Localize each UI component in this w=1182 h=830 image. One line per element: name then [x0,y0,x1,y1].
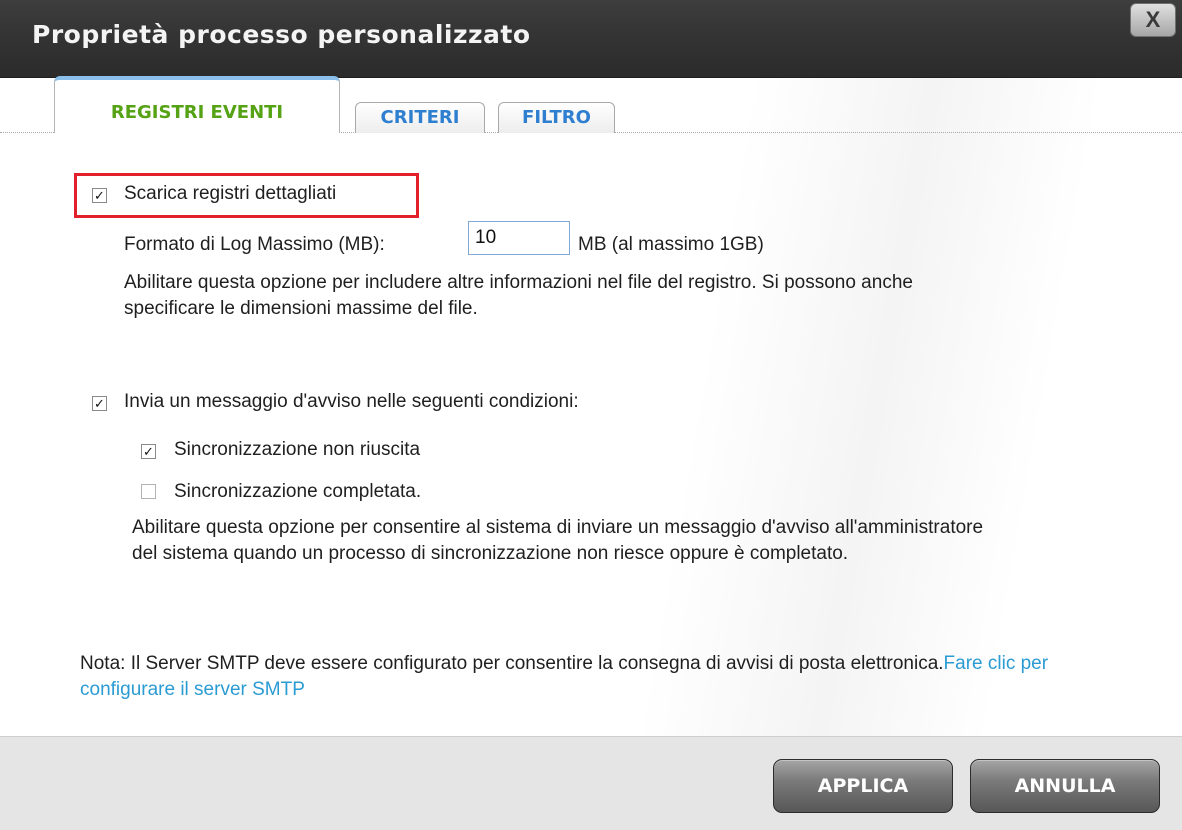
sync-failed-label: Sincronizzazione non riuscita [174,439,421,460]
smtp-note-text: Nota: Il Server SMTP deve essere configu… [80,653,944,674]
sync-completed-checkbox[interactable] [141,484,156,499]
smtp-note: Nota: Il Server SMTP deve essere configu… [80,651,1060,703]
cancel-button[interactable]: ANNULLA [970,759,1160,813]
max-log-size-unit: MB (al massimo 1GB) [578,234,764,255]
sync-completed-label: Sincronizzazione completata. [174,481,422,502]
close-icon[interactable]: X [1146,7,1161,32]
tab-registri-eventi[interactable]: REGISTRI EVENTI [54,76,340,133]
detailed-logs-description: Abilitare questa opzione per includere a… [124,272,913,319]
detailed-logs-checkbox[interactable]: ✓ [92,188,107,203]
max-log-size-input[interactable] [468,221,570,255]
dialog-titlebar: Proprietà processo personalizzato X [0,0,1182,78]
sync-failed-checkbox[interactable]: ✓ [141,444,156,459]
alert-description: Abilitare questa opzione per consentire … [132,517,984,564]
dialog-title: Proprietà processo personalizzato [32,20,531,49]
detailed-logs-label: Scarica registri dettagliati [124,183,337,204]
max-log-size-label: Formato di Log Massimo (MB): [124,234,385,255]
send-alert-label: Invia un messaggio d'avviso nelle seguen… [124,391,579,412]
tab-criteri[interactable]: CRITERI [355,102,485,133]
apply-button[interactable]: APPLICA [773,759,953,813]
dialog-footer: APPLICA ANNULLA [0,736,1182,830]
close-button[interactable]: X [1130,3,1176,37]
tab-filtro[interactable]: FILTRO [498,102,615,133]
send-alert-checkbox[interactable]: ✓ [92,396,107,411]
